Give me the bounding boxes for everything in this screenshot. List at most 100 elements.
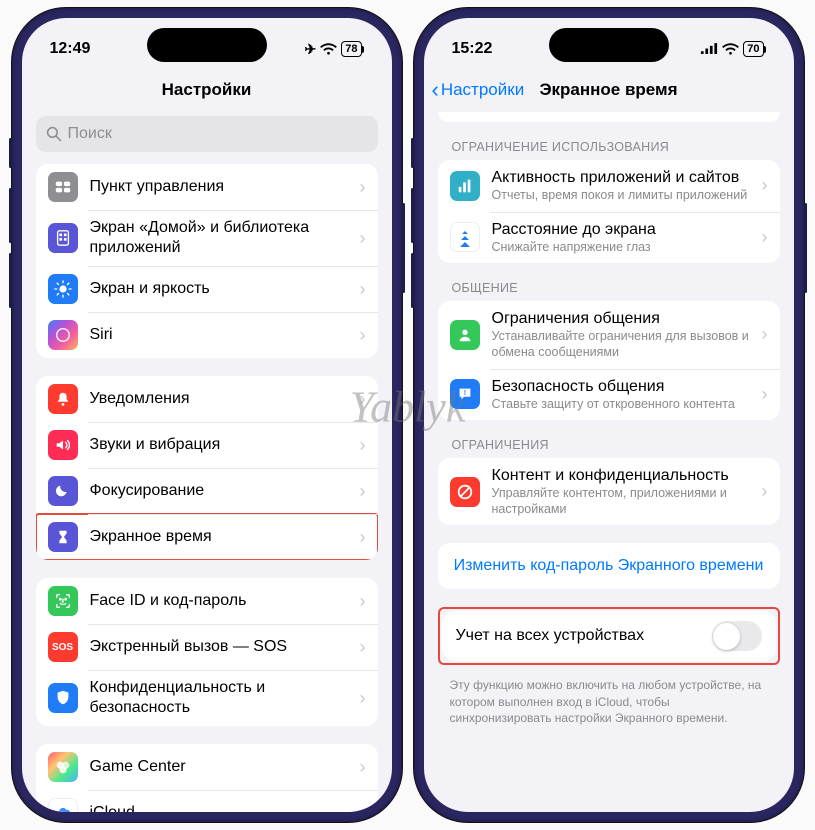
cell-share-across-devices[interactable]: Учет на всех устройствах [442, 611, 776, 661]
status-time: 12:49 [50, 40, 91, 58]
section-header-restrictions: Ограничения [438, 438, 780, 458]
chevron-right-icon: › [360, 228, 366, 249]
cell-label: Экстренный вызов — SOS [90, 637, 348, 657]
cell-title: Ограничения общения [492, 309, 750, 329]
back-label: Настройки [441, 80, 524, 100]
chevron-right-icon: › [360, 637, 366, 658]
chevron-right-icon: › [360, 757, 366, 778]
siri-icon [48, 320, 78, 350]
cell-change-passcode[interactable]: Изменить код-пароль Экранного времени [438, 543, 780, 589]
cell-display-brightness[interactable]: Экран и яркость › [36, 266, 378, 312]
chevron-right-icon: › [762, 384, 768, 405]
cellular-icon [700, 43, 718, 55]
cell-sounds[interactable]: Звуки и вибрация › [36, 422, 378, 468]
screen-left: 12:49 ✈ 78 Настройки Поиск [22, 18, 392, 812]
cell-comm-limits[interactable]: Ограничения общения Устанавливайте огран… [438, 301, 780, 368]
settings-group-3: Face ID и код-пароль › SOS Экстренный вы… [36, 578, 378, 726]
section-communication: Ограничения общения Устанавливайте огран… [438, 301, 780, 420]
screen-right: 15:22 70 ‹ Настройки Экранное время [424, 18, 794, 812]
cell-subtitle: Ставьте защиту от откровенного контента [492, 397, 750, 413]
settings-group-1: Пункт управления › Экран «Домой» и библи… [36, 164, 378, 358]
cell-siri[interactable]: Siri › [36, 312, 378, 358]
cell-subtitle: Снижайте напряжение глаз [492, 240, 750, 256]
search-placeholder: Поиск [68, 125, 112, 143]
cell-control-center[interactable]: Пункт управления › [36, 164, 378, 210]
chevron-right-icon: › [360, 481, 366, 502]
cell-icloud[interactable]: iCloud › [36, 790, 378, 812]
cell-game-center[interactable]: Game Center › [36, 744, 378, 790]
sos-icon: SOS [48, 632, 78, 662]
page-title: Экранное время [539, 80, 677, 100]
cell-label: Экран «Домой» и библиотека приложений [90, 218, 348, 258]
comm-safety-icon: ! [450, 379, 480, 409]
section-restrictions: Контент и конфиденциальность Управляйте … [438, 458, 780, 525]
privacy-icon [48, 683, 78, 713]
brightness-icon [48, 274, 78, 304]
cell-comm-safety[interactable]: ! Безопасность общения Ставьте защиту от… [438, 369, 780, 421]
cell-label: Конфиденциальность и безопасность [90, 678, 348, 718]
airplane-icon: ✈ [305, 41, 317, 58]
chevron-right-icon: › [360, 435, 366, 456]
chevron-right-icon: › [360, 325, 366, 346]
cell-sos[interactable]: SOS Экстренный вызов — SOS › [36, 624, 378, 670]
cell-title: Расстояние до экрана [492, 220, 750, 240]
link-label: Изменить код-пароль Экранного времени [454, 557, 764, 575]
back-button[interactable]: ‹ Настройки [432, 79, 525, 101]
cell-app-activity[interactable]: Активность приложений и сайтов Отчеты, в… [438, 160, 780, 212]
wifi-icon [320, 43, 337, 56]
chevron-right-icon: › [360, 389, 366, 410]
cell-label: Экранное время [90, 527, 348, 547]
cell-subtitle: Отчеты, время покоя и лимиты приложений [492, 188, 750, 204]
cell-screen-distance[interactable]: Расстояние до экрана Снижайте напряжение… [438, 212, 780, 264]
cell-label: Пункт управления [90, 177, 348, 197]
cell-label: Учет на всех устройствах [456, 626, 700, 646]
page-title: Настройки [162, 80, 252, 100]
battery-indicator: 70 [743, 41, 763, 57]
svg-text:!: ! [463, 388, 465, 397]
cell-content-privacy[interactable]: Контент и конфиденциальность Управляйте … [438, 458, 780, 525]
settings-group-4: Game Center › iCloud › Wallet и Apple Pa… [36, 744, 378, 812]
activity-icon [450, 171, 480, 201]
cell-label: Звуки и вибрация [90, 435, 348, 455]
chevron-left-icon: ‹ [432, 79, 439, 101]
cell-home-screen[interactable]: Экран «Домой» и библиотека приложений › [36, 210, 378, 266]
dynamic-island [147, 28, 267, 62]
search-input[interactable]: Поиск [36, 116, 378, 152]
share-across-toggle[interactable] [712, 621, 762, 651]
cell-label: iCloud [90, 803, 348, 812]
cell-faceid[interactable]: Face ID и код-пароль › [36, 578, 378, 624]
sounds-icon [48, 430, 78, 460]
cell-subtitle: Управляйте контентом, приложениями и нас… [492, 486, 750, 517]
cell-label: Уведомления [90, 389, 348, 409]
chevron-right-icon: › [762, 481, 768, 502]
cell-label: Game Center [90, 757, 348, 777]
chevron-right-icon: › [360, 177, 366, 198]
focus-icon [48, 476, 78, 506]
battery-indicator: 78 [341, 41, 361, 57]
cell-notifications[interactable]: Уведомления › [36, 376, 378, 422]
navbar: ‹ Настройки Экранное время [424, 68, 794, 112]
cell-screen-time[interactable]: Экранное время › [36, 514, 378, 560]
gamecenter-icon [48, 752, 78, 782]
comm-limits-icon [450, 320, 480, 350]
cell-subtitle: Устанавливайте ограничения для вызовов и… [492, 329, 750, 360]
wifi-icon [722, 43, 739, 56]
control-center-icon [48, 172, 78, 202]
faceid-icon [48, 586, 78, 616]
cell-label: Экран и яркость [90, 279, 348, 299]
search-icon [46, 126, 62, 142]
chevron-right-icon: › [360, 591, 366, 612]
cell-label: Фокусирование [90, 481, 348, 501]
restrictions-icon [450, 477, 480, 507]
distance-icon [450, 222, 480, 252]
chevron-right-icon: › [762, 175, 768, 196]
screen-time-icon [48, 522, 78, 552]
status-time: 15:22 [452, 40, 493, 58]
cell-privacy[interactable]: Конфиденциальность и безопасность › [36, 670, 378, 726]
phone-right: 15:22 70 ‹ Настройки Экранное время [414, 8, 804, 822]
home-screen-icon [48, 223, 78, 253]
section-header-usage: Ограничение использования [438, 140, 780, 160]
cell-label: Siri [90, 325, 348, 345]
navbar: Настройки [22, 68, 392, 112]
cell-focus[interactable]: Фокусирование › [36, 468, 378, 514]
